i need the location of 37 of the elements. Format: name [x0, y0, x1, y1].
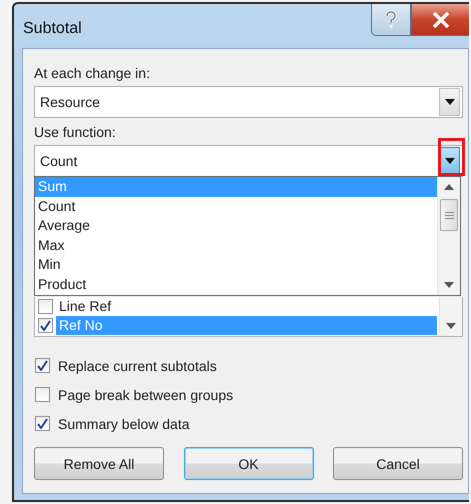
dialog-button[interactable]: Remove All: [34, 447, 164, 480]
scroll-down-icon: [446, 323, 456, 329]
scrollbar[interactable]: [437, 177, 460, 295]
dropdown-field[interactable]: Resource: [34, 86, 463, 118]
item-text: Line Ref: [58, 297, 112, 316]
field-label: Use function:: [34, 123, 117, 142]
checkbox[interactable]: [35, 416, 50, 431]
question-mark-icon: [384, 10, 398, 28]
checkbox[interactable]: [35, 358, 50, 373]
dropdown-field[interactable]: Count: [34, 145, 463, 177]
caret-icon: [444, 99, 454, 105]
checkbox[interactable]: [38, 299, 53, 314]
checkbox-label: Summary below data: [58, 416, 190, 432]
scroll-up-icon: [444, 184, 454, 190]
list-item[interactable]: Line Ref: [37, 297, 437, 316]
window-title: Subtotal: [23, 20, 82, 38]
dialog-button[interactable]: Cancel: [333, 447, 463, 480]
dropdown-option[interactable]: Min: [35, 255, 437, 274]
caret-icon: [444, 158, 454, 164]
scrollbar[interactable]: [439, 297, 462, 336]
scroll-thumb[interactable]: [440, 199, 458, 231]
close-icon: [432, 12, 450, 28]
close-button[interactable]: [411, 4, 469, 36]
dropdown-option[interactable]: Product: [35, 274, 437, 294]
help-button[interactable]: [371, 4, 411, 36]
checkbox-label: Page break between groups: [58, 386, 234, 402]
dropdown-option[interactable]: Count: [35, 196, 437, 216]
scroll-down-icon: [444, 282, 454, 288]
dropdown-option[interactable]: Average: [35, 216, 437, 236]
grip-icon: [444, 210, 454, 220]
dialog-button[interactable]: OK: [184, 447, 314, 480]
field-label: At each change in:: [34, 64, 151, 83]
checkbox[interactable]: [38, 318, 53, 333]
dropdown-option[interactable]: Max: [35, 236, 437, 255]
dropdown-arrow-button[interactable]: [439, 88, 460, 116]
checkbox-label: Replace current subtotals: [58, 358, 217, 374]
checkbox[interactable]: [35, 387, 50, 402]
